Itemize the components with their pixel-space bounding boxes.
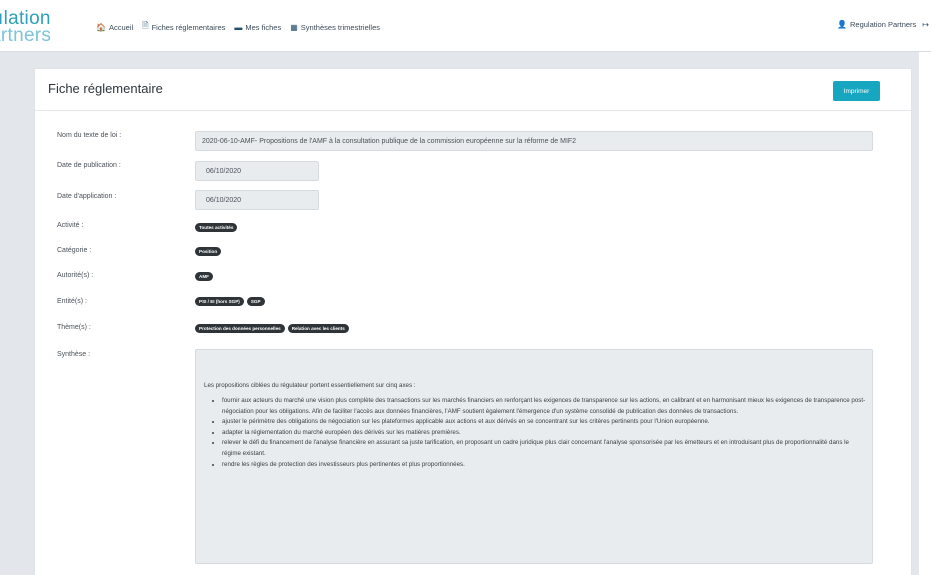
card-header: Fiche réglementaire Imprimer [35,69,911,111]
nav-item-label: Mes fiches [245,22,282,32]
badge-theme: Relation avec les clients [287,324,349,333]
top-navbar: ılation artners 🏠 Accueil 🗎 Fiches régle… [0,0,931,52]
user-icon: 👤 [837,20,847,29]
user-name: Regulation Partners [850,20,917,29]
date-publication-field: 06/10/2020 [195,161,319,181]
badge-theme: Protection des données personnelles [195,324,285,333]
nav-item-label: Fiches réglementaires [151,22,226,32]
user-menu[interactable]: 👤 Regulation Partners ↦ [837,20,931,29]
home-icon: 🏠 [96,22,106,32]
main-nav: 🏠 Accueil 🗎 Fiches réglementaires ▬ Mes … [96,20,389,34]
badge-activite: Toutes activités [195,223,238,232]
nav-item-syntheses-trimestrielles[interactable]: ▦ Synthèses trimestrielles [290,23,380,32]
synthese-intro: Les propositions ciblées du régulateur p… [204,382,416,389]
fiche-card: Fiche réglementaire Imprimer Nom du text… [34,68,912,575]
label-themes: Thème(s) : [57,324,91,331]
logo-line-2: artners [0,25,52,46]
nav-item-accueil[interactable]: 🏠 Accueil [96,23,133,32]
themes-badges: Protection des données personnelles Rela… [195,324,352,333]
page-title: Fiche réglementaire [48,81,163,96]
activite-badges: Toutes activités [195,223,240,232]
nom-texte-field: 2020-06-10-AMF- Propositions de l'AMF à … [195,131,873,151]
calendar-icon: ▦ [290,22,298,32]
label-synthese: Synthèse : [57,351,91,358]
nav-item-fiches-reglementaires[interactable]: 🗎 Fiches réglementaires [142,20,225,34]
date-application-field: 06/10/2020 [195,190,319,210]
nav-item-mes-fiches[interactable]: ▬ Mes fiches [234,23,281,32]
categorie-badges: Position [195,247,224,256]
badge-entite: PSI / EI (hors SGP) [195,297,244,306]
synthese-point: ajuster le périmètre des obligations de … [222,417,868,428]
nav-item-label: Accueil [108,22,134,32]
synthese-point: rendre les règles de protection des inve… [222,460,868,471]
entites-badges: PSI / EI (hors SGP) SGP [195,297,268,306]
synthese-list: fournir aux acteurs du marché une vision… [208,396,868,470]
badge-categorie: Position [195,247,222,256]
label-date-application: Date d'application : [57,193,117,200]
autorites-badges: AMF [195,272,216,281]
badge-entite: SGP [246,297,265,306]
nav-item-label: Synthèses trimestrielles [300,22,380,32]
label-date-publication: Date de publication : [57,162,121,169]
label-nom-texte: Nom du texte de loi : [57,132,122,139]
logout-icon[interactable]: ↦ [922,20,929,29]
synthese-box: Les propositions ciblées du régulateur p… [195,349,873,564]
badge-autorite: AMF [195,272,213,281]
folder-icon: ▬ [234,22,243,32]
document-icon: 🗎 [142,21,149,30]
synthese-point: adapter la réglementation du marché euro… [222,428,868,439]
brand-logo[interactable]: ılation artners [0,8,80,48]
label-autorites: Autorité(s) : [57,272,94,279]
label-entites: Entité(s) : [57,298,87,305]
synthese-point: fournir aux acteurs du marché une vision… [222,396,868,417]
label-categorie: Catégorie : [57,247,92,254]
print-button[interactable]: Imprimer [833,81,880,101]
synthese-point: relever le défi du financement de l'anal… [222,438,868,459]
page-right-margin [919,52,931,575]
label-activite: Activité : [57,222,84,229]
